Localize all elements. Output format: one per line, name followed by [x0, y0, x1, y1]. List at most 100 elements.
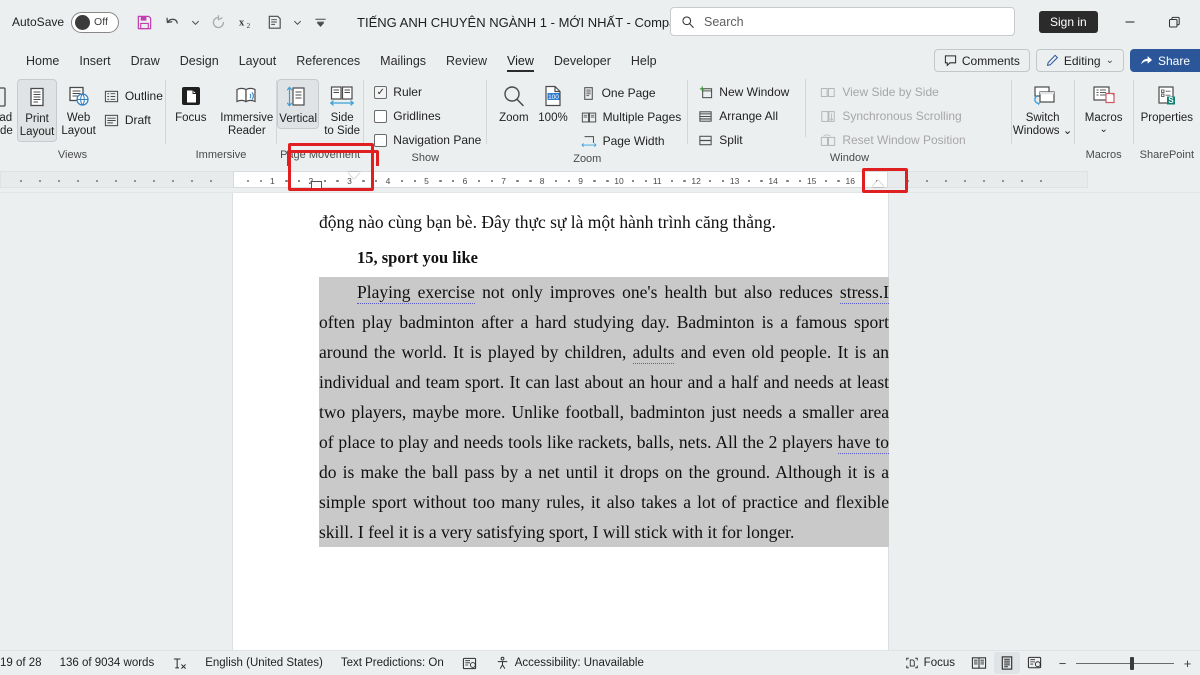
print-layout-button[interactable]: Print Layout: [17, 79, 58, 142]
word-count-status[interactable]: 136 of 9034 words: [51, 651, 164, 675]
text-predictions-status[interactable]: Text Predictions: On: [332, 651, 453, 675]
customize-qat-icon[interactable]: [307, 9, 333, 35]
switch-windows-label-line2: Windows ⌄: [1013, 125, 1072, 138]
tab-home[interactable]: Home: [16, 48, 69, 74]
save-icon[interactable]: [131, 9, 157, 35]
text-stress[interactable]: stress.I: [840, 282, 889, 304]
split-button[interactable]: Split: [694, 129, 795, 151]
arrange-all-button[interactable]: Arrange All: [694, 105, 795, 127]
ruler-bar[interactable]: 12345678910111213141516: [0, 166, 1200, 193]
tab-mailings[interactable]: Mailings: [370, 48, 436, 74]
paragraph-heading[interactable]: 15, sport you like: [357, 243, 889, 273]
zoom-slider[interactable]: − +: [1056, 656, 1194, 671]
document-page[interactable]: động nào cùng bạn bè. Đây thực sự là một…: [233, 193, 888, 650]
paragraph-vietnamese[interactable]: động nào cùng bạn bè. Đây thực sự là một…: [319, 207, 889, 237]
gridlines-checkbox-item[interactable]: Gridlines: [370, 105, 487, 127]
tab-developer[interactable]: Developer: [544, 48, 621, 74]
autosave-state-label: Off: [94, 16, 108, 28]
display-settings-icon[interactable]: [453, 651, 486, 675]
redo-icon[interactable]: [205, 9, 231, 35]
multiple-pages-button[interactable]: Multiple Pages: [577, 106, 688, 128]
proofing-errors-icon[interactable]: [163, 651, 196, 675]
hanging-indent-marker[interactable]: [311, 181, 322, 189]
document-canvas[interactable]: động nào cùng bạn bè. Đây thực sự là một…: [0, 193, 1200, 650]
web-layout-view-button[interactable]: [1022, 652, 1048, 674]
zoom-in-button[interactable]: +: [1181, 656, 1194, 671]
synchronous-scrolling-button[interactable]: Synchronous Scrolling: [816, 105, 971, 127]
read-mode-view-button[interactable]: [966, 652, 992, 674]
side-to-side-button[interactable]: Side to Side: [321, 79, 363, 140]
macros-dropdown-icon[interactable]: ⌄: [1099, 125, 1107, 134]
ruler-minor-mark: [491, 180, 493, 182]
macros-button[interactable]: Macros ⌄: [1075, 79, 1133, 136]
focus-button[interactable]: Focus: [166, 79, 216, 127]
minimize-button[interactable]: [1108, 0, 1152, 44]
switch-windows-button[interactable]: Switch Windows ⌄: [1011, 79, 1074, 140]
page-width-button[interactable]: Page Width: [577, 130, 688, 152]
tab-help[interactable]: Help: [621, 48, 667, 74]
new-comment-icon[interactable]: [261, 9, 287, 35]
zoom-button[interactable]: Zoom: [495, 79, 532, 127]
language-status[interactable]: English (United States): [196, 651, 332, 675]
one-page-button[interactable]: One Page: [577, 82, 688, 104]
reset-window-position-button[interactable]: Reset Window Position: [816, 129, 971, 151]
navigation-pane-checkbox[interactable]: [374, 134, 387, 147]
accessibility-status[interactable]: Accessibility: Unavailable: [486, 651, 653, 675]
page-number-status[interactable]: 19 of 28: [0, 651, 51, 675]
tab-insert[interactable]: Insert: [69, 48, 120, 74]
ruler-minor-mark: [286, 180, 288, 182]
ribbon-tab-bar: Home Insert Draw Design Layout Reference…: [0, 44, 1200, 74]
immersive-reader-button[interactable]: Immersive Reader: [218, 79, 276, 140]
paragraph-body[interactable]: Playing exercise not only improves one's…: [319, 277, 889, 547]
new-window-button[interactable]: New Window: [694, 81, 795, 103]
ruler-minor-mark: [260, 180, 262, 182]
read-mode-button[interactable]: Read Mode: [0, 79, 15, 140]
share-button[interactable]: Share: [1130, 49, 1200, 72]
sign-in-button[interactable]: Sign in: [1039, 11, 1098, 33]
comments-label: Comments: [962, 54, 1020, 68]
print-layout-view-button[interactable]: [994, 652, 1020, 674]
text-have-to[interactable]: have to: [838, 432, 889, 454]
tab-review[interactable]: Review: [436, 48, 497, 74]
tab-draw[interactable]: Draw: [121, 48, 170, 74]
comment-dropdown-icon[interactable]: [289, 9, 305, 35]
zoom-out-button[interactable]: −: [1056, 656, 1069, 671]
ruler-left-margin[interactable]: [0, 171, 233, 188]
tab-layout[interactable]: Layout: [229, 48, 287, 74]
ruler-right-margin[interactable]: [888, 171, 1088, 188]
ruler-minor-mark: [530, 180, 532, 182]
navigation-pane-checkbox-item[interactable]: Navigation Pane: [370, 129, 487, 151]
text-adults[interactable]: adults: [633, 342, 675, 364]
tab-view[interactable]: View: [497, 48, 544, 74]
search-box[interactable]: Search: [670, 7, 1015, 36]
zoom-100-button[interactable]: 100 100%: [534, 79, 571, 127]
web-layout-button[interactable]: Web Layout: [59, 79, 98, 140]
first-line-indent-marker[interactable]: [348, 172, 360, 179]
undo-dropdown-icon[interactable]: [187, 9, 203, 35]
comments-button[interactable]: Comments: [934, 49, 1030, 72]
editing-mode-button[interactable]: Editing ⌄: [1036, 49, 1124, 72]
focus-status-button[interactable]: Focus: [896, 651, 964, 675]
view-side-by-side-button[interactable]: View Side by Side: [816, 81, 971, 103]
subscript-icon[interactable]: x2: [233, 9, 259, 35]
zoom-100-icon: 100: [539, 82, 567, 112]
ruler-checkbox[interactable]: ✓: [374, 86, 387, 99]
text-playing-exercise[interactable]: Playing exercise: [357, 282, 475, 304]
properties-button[interactable]: S Properties: [1134, 79, 1200, 127]
horizontal-ruler[interactable]: 12345678910111213141516: [233, 171, 888, 188]
ruler-checkbox-item[interactable]: ✓ Ruler: [370, 81, 487, 103]
arrange-all-icon: [698, 109, 713, 124]
undo-icon[interactable]: [159, 9, 185, 35]
vertical-button[interactable]: Vertical: [277, 79, 319, 129]
zoom-slider-thumb[interactable]: [1130, 657, 1134, 670]
gridlines-checkbox[interactable]: [374, 110, 387, 123]
restore-button[interactable]: [1152, 0, 1196, 44]
tab-references[interactable]: References: [286, 48, 370, 74]
draft-button[interactable]: Draft: [100, 109, 169, 131]
right-indent-marker[interactable]: [872, 180, 884, 187]
outline-button[interactable]: Outline: [100, 85, 169, 107]
autosave-toggle[interactable]: Off: [71, 12, 119, 33]
document-text[interactable]: động nào cùng bạn bè. Đây thực sự là một…: [319, 207, 889, 547]
zoom-slider-track[interactable]: [1076, 663, 1174, 664]
tab-design[interactable]: Design: [170, 48, 229, 74]
